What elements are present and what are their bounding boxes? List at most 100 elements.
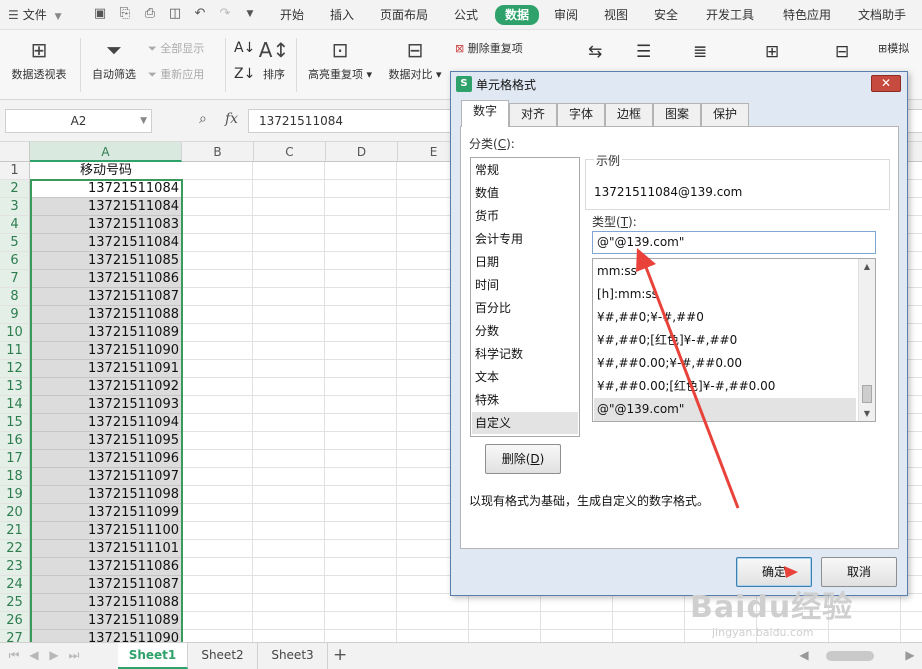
cell-a[interactable]: 13721511089 xyxy=(31,612,181,630)
type-list-scrollbar[interactable]: ▲ ▼ xyxy=(858,259,875,421)
ok-button[interactable]: 确定 xyxy=(736,557,812,587)
first-sheet-icon[interactable]: ⏮ xyxy=(6,648,22,663)
cell-a[interactable]: 13721511086 xyxy=(31,270,181,288)
tab-alignment[interactable]: 对齐 xyxy=(509,103,557,126)
tab-security[interactable]: 安全 xyxy=(654,6,678,24)
cell-a[interactable]: 13721511098 xyxy=(31,486,181,504)
save-icon[interactable]: ▣ xyxy=(90,4,110,24)
category-item[interactable]: 科学记数 xyxy=(472,343,578,365)
type-option[interactable]: ¥#,##0.00;[红色]¥-#,##0.00 xyxy=(594,375,856,398)
select-all-corner[interactable] xyxy=(0,142,30,162)
consolidate-icon[interactable]: ⊟ xyxy=(835,42,849,62)
cell-a[interactable]: 13721511101 xyxy=(31,540,181,558)
row-header[interactable]: 7 xyxy=(0,270,30,288)
tab-special-apps[interactable]: 特色应用 xyxy=(783,6,831,24)
tab-home[interactable]: 开始 xyxy=(280,6,304,24)
sheet-tab-sheet1[interactable]: Sheet1 xyxy=(118,643,188,669)
prev-sheet-icon[interactable]: ◀ xyxy=(26,648,42,662)
redo-icon[interactable]: ↷ xyxy=(215,4,235,24)
row-header[interactable]: 23 xyxy=(0,558,30,576)
row-header[interactable]: 26 xyxy=(0,612,30,630)
scroll-thumb[interactable] xyxy=(862,385,872,403)
row-header[interactable]: 15 xyxy=(0,414,30,432)
undo-icon[interactable]: ↶ xyxy=(190,4,210,24)
auto-filter-button[interactable]: ⏷ 自动筛选 xyxy=(88,38,140,82)
row-header[interactable]: 11 xyxy=(0,342,30,360)
type-option[interactable]: mm:ss xyxy=(594,260,856,283)
customize-toolbar-icon[interactable]: ▼ xyxy=(240,4,260,24)
close-button[interactable]: ✕ xyxy=(871,75,901,92)
type-list[interactable]: mm:ss [h]:mm:ss ¥#,##0;¥-#,##0 ¥#,##0;[红色]¥… xyxy=(592,258,876,422)
cell-a[interactable]: 13721511089 xyxy=(31,324,181,342)
print-preview-icon[interactable]: ◫ xyxy=(165,4,185,24)
cell-a[interactable]: 13721511096 xyxy=(31,450,181,468)
category-item[interactable]: 货币 xyxy=(472,205,578,227)
type-option[interactable]: ¥#,##0;[红色]¥-#,##0 xyxy=(594,329,856,352)
row-header[interactable]: 6 xyxy=(0,252,30,270)
cell-a[interactable]: 13721511099 xyxy=(31,504,181,522)
chevron-down-icon[interactable]: ▼ xyxy=(140,110,147,132)
add-sheet-icon[interactable]: + xyxy=(333,645,347,665)
cell-a[interactable]: 13721511087 xyxy=(31,576,181,594)
row-header[interactable]: 19 xyxy=(0,486,30,504)
row-header[interactable]: 9 xyxy=(0,306,30,324)
row-header[interactable]: 8 xyxy=(0,288,30,306)
row-header[interactable]: 14 xyxy=(0,396,30,414)
row-header[interactable]: 17 xyxy=(0,450,30,468)
tab-pattern[interactable]: 图案 xyxy=(653,103,701,126)
data-compare-button[interactable]: ⊟ 数据对比 ▾ xyxy=(384,38,446,82)
row-header[interactable]: 10 xyxy=(0,324,30,342)
split-columns-icon[interactable]: ⇆ xyxy=(588,42,602,62)
tab-font[interactable]: 字体 xyxy=(557,103,605,126)
row-header[interactable]: 4 xyxy=(0,216,30,234)
type-option[interactable]: [h]:mm:ss xyxy=(594,283,856,306)
cell-a[interactable]: 13721511091 xyxy=(31,360,181,378)
column-header-c[interactable]: C xyxy=(254,142,326,162)
category-item[interactable]: 自定义 xyxy=(472,412,578,434)
cell-a[interactable]: 13721511093 xyxy=(31,396,181,414)
row-header[interactable]: 18 xyxy=(0,468,30,486)
sheet-tab-sheet3[interactable]: Sheet3 xyxy=(258,643,328,669)
highlight-duplicates-button[interactable]: ⊡ 高亮重复项 ▾ xyxy=(304,38,376,82)
fill-icon[interactable]: ☰ xyxy=(636,42,651,62)
next-sheet-icon[interactable]: ▶ xyxy=(46,648,62,662)
cell-a[interactable]: 13721511083 xyxy=(31,216,181,234)
validation-icon[interactable]: ⊞ xyxy=(765,42,779,62)
row-header[interactable]: 3 xyxy=(0,198,30,216)
row-header[interactable]: 1 xyxy=(0,162,30,180)
category-item[interactable]: 百分比 xyxy=(472,297,578,319)
category-item[interactable]: 时间 xyxy=(472,274,578,296)
category-item[interactable]: 文本 xyxy=(472,366,578,388)
row-header[interactable]: 25 xyxy=(0,594,30,612)
tab-insert[interactable]: 插入 xyxy=(330,6,354,24)
cell-a[interactable]: 13721511086 xyxy=(31,558,181,576)
horizontal-scroll-thumb[interactable] xyxy=(826,651,874,661)
scroll-right-icon[interactable]: ▶ xyxy=(902,648,918,662)
category-item[interactable]: 日期 xyxy=(472,251,578,273)
cell-a[interactable]: 13721511097 xyxy=(31,468,181,486)
cell-a[interactable]: 13721511084 xyxy=(31,234,181,252)
row-header[interactable]: 20 xyxy=(0,504,30,522)
header-cell-a1[interactable]: 移动号码 xyxy=(31,162,181,180)
export-pdf-icon[interactable]: ⎘ xyxy=(115,4,135,24)
type-option[interactable]: ¥#,##0;¥-#,##0 xyxy=(594,306,856,329)
row-header[interactable]: 12 xyxy=(0,360,30,378)
show-all-button[interactable]: ⏷ 全部显示 xyxy=(148,40,204,56)
delete-format-button[interactable]: 删除(D) xyxy=(485,444,561,474)
last-sheet-icon[interactable]: ⏭ xyxy=(66,648,82,663)
print-icon[interactable]: ⎙ xyxy=(140,4,160,24)
row-header[interactable]: 22 xyxy=(0,540,30,558)
column-header-d[interactable]: D xyxy=(326,142,398,162)
tab-formulas[interactable]: 公式 xyxy=(454,6,478,24)
row-header[interactable]: 16 xyxy=(0,432,30,450)
sort-button[interactable]: A↕ 排序 xyxy=(258,38,290,82)
name-box[interactable]: A2 ▼ xyxy=(5,109,152,133)
row-header[interactable]: 5 xyxy=(0,234,30,252)
row-header[interactable]: 2 xyxy=(0,180,30,198)
scroll-left-icon[interactable]: ◀ xyxy=(796,648,812,662)
scroll-up-icon[interactable]: ▲ xyxy=(859,259,875,274)
cell-a[interactable]: 13721511092 xyxy=(31,378,181,396)
category-list[interactable]: 常规 数值 货币 会计专用 日期 时间 百分比 分数 科学记数 文本 特殊 自定义 xyxy=(470,157,580,437)
category-item[interactable]: 数值 xyxy=(472,182,578,204)
cell-a[interactable]: 13721511094 xyxy=(31,414,181,432)
